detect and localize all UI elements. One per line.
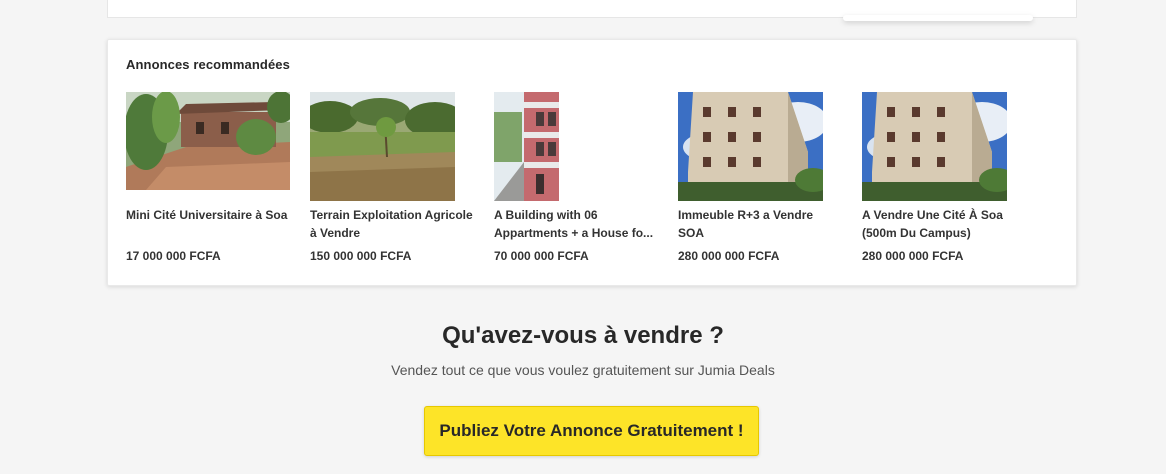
floating-element-edge	[843, 15, 1033, 21]
sell-heading: Qu'avez-vous à vendre ?	[442, 322, 724, 349]
listing-title[interactable]: A Vendre Une Cité À Soa (500m Du Campus)	[862, 206, 1030, 242]
listing-title-line1[interactable]: A Vendre Une Cité À Soa	[862, 206, 1030, 224]
building-photo[interactable]	[494, 92, 559, 201]
listing-title-line2[interactable]: Appartments + a House fo...	[494, 224, 662, 242]
listing-price: 70 000 000 FCFA	[494, 249, 589, 263]
listing-price: 150 000 000 FCFA	[310, 249, 412, 263]
listing-title-line1[interactable]: A Building with 06	[494, 206, 662, 224]
listing-price: 280 000 000 FCFA	[678, 249, 780, 263]
apartment-block-photo[interactable]	[862, 92, 1007, 201]
listing-title-line1[interactable]: Immeuble R+3 a Vendre	[678, 206, 846, 224]
apartment-block-photo[interactable]	[678, 92, 823, 201]
listing-price: 17 000 000 FCFA	[126, 249, 221, 263]
recommended-listings-card: Annonces recommandées Mini Cité Universi…	[107, 39, 1077, 286]
listing-title-line2[interactable]: (500m Du Campus)	[862, 224, 1030, 242]
listing-title-line1[interactable]: Terrain Exploitation Agricole	[310, 206, 478, 224]
listing-card[interactable]: Mini Cité Universitaire à Soa 17 000 000…	[126, 92, 294, 263]
listing-title[interactable]: Immeuble R+3 a Vendre SOA	[678, 206, 846, 242]
publish-ad-button[interactable]: Publiez Votre Annonce Gratuitement !	[424, 406, 759, 456]
listing-card[interactable]: Immeuble R+3 a Vendre SOA 280 000 000 FC…	[678, 92, 846, 263]
listing-title[interactable]: Mini Cité Universitaire à Soa	[126, 206, 294, 224]
listing-title-line1[interactable]: Mini Cité Universitaire à Soa	[126, 208, 287, 222]
listing-card[interactable]: A Building with 06 Appartments + a House…	[494, 92, 662, 263]
sell-subtitle: Vendez tout ce que vous voulez gratuitem…	[391, 362, 775, 378]
listing-title[interactable]: A Building with 06 Appartments + a House…	[494, 206, 662, 242]
listing-card[interactable]: A Vendre Une Cité À Soa (500m Du Campus)…	[862, 92, 1030, 263]
section-title: Annonces recommandées	[126, 57, 290, 72]
listing-title-line2[interactable]: SOA	[678, 224, 846, 242]
listing-price: 280 000 000 FCFA	[862, 249, 964, 263]
listing-title-line2[interactable]: à Vendre	[310, 224, 478, 242]
land-photo[interactable]	[310, 92, 455, 201]
listing-title[interactable]: Terrain Exploitation Agricole à Vendre	[310, 206, 478, 242]
previous-section-card	[107, 0, 1077, 21]
listing-card[interactable]: Terrain Exploitation Agricole à Vendre 1…	[310, 92, 478, 263]
house-photo[interactable]	[126, 92, 290, 190]
